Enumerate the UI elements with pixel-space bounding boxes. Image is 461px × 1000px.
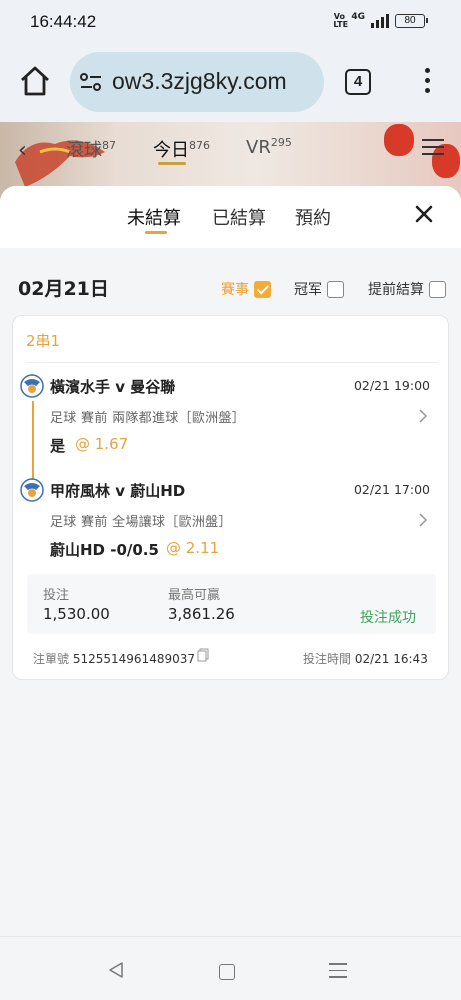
- stake-label: 投注: [43, 588, 70, 603]
- url-bar[interactable]: ow3.3zjg8ky.com: [70, 52, 324, 112]
- soccer-team-icon: [20, 478, 44, 502]
- tab-live[interactable]: 滾球87: [66, 136, 116, 162]
- filter-label: 賽事: [221, 282, 249, 298]
- system-nav-bar: [0, 936, 461, 1000]
- url-text[interactable]: ow3.3zjg8ky.com: [112, 68, 287, 95]
- divider: [26, 362, 437, 363]
- filter-label: 提前結算: [368, 282, 424, 298]
- tab-today[interactable]: 今日876: [153, 136, 210, 162]
- signal-icon: [371, 14, 389, 28]
- leg-pick: 蔚山HD -0/0.5: [50, 541, 159, 559]
- leg-odds: @ 2.11: [166, 539, 220, 557]
- chevron-right-icon[interactable]: [418, 512, 428, 528]
- leg-match: 橫濱水手 v 曼谷聯: [50, 378, 176, 396]
- status-icons: Vo LTE 4G 80: [333, 12, 428, 29]
- lantern-decoration: [384, 124, 414, 156]
- status-badge: 投注成功: [360, 610, 416, 626]
- nav-recents-icon[interactable]: [329, 963, 347, 979]
- close-icon[interactable]: [414, 204, 434, 224]
- date-label: 02月21日: [18, 278, 109, 300]
- sheet-tab-bar: 未結算 已結算 預約: [0, 186, 461, 248]
- leg-time: 02/21 19:00: [353, 378, 430, 393]
- browser-toolbar: ow3.3zjg8ky.com 4: [0, 44, 461, 122]
- checkbox-icon[interactable]: [429, 280, 446, 298]
- max-win-label: 最高可贏: [168, 588, 221, 603]
- tab-count: 295: [270, 136, 292, 149]
- menu-icon[interactable]: [422, 139, 444, 157]
- filter-label: 冠军: [294, 282, 322, 298]
- order-value: 5125514961489037: [72, 652, 195, 666]
- back-icon[interactable]: ‹: [18, 138, 27, 163]
- stake-value: 1,530.00: [43, 605, 110, 623]
- checkbox-icon[interactable]: [327, 280, 344, 298]
- tab-count: 876: [189, 139, 210, 152]
- nav-home-icon[interactable]: [219, 964, 235, 980]
- bet-time-value: 02/21 16:43: [354, 652, 428, 666]
- bet-time-label: 投注時間: [303, 652, 352, 666]
- chevron-right-icon[interactable]: [418, 408, 428, 424]
- tab-vr[interactable]: VR295: [246, 136, 292, 158]
- leg-time: 02/21 17:00: [353, 482, 430, 497]
- checkbox-checked-icon[interactable]: [254, 280, 271, 298]
- filter-events[interactable]: 賽事: [221, 279, 271, 299]
- leg-description: 足球 賽前 兩隊都進球［歐洲盤］: [50, 411, 246, 426]
- volte-icon: Vo LTE: [333, 12, 349, 29]
- tab-unsettled[interactable]: 未結算: [127, 204, 181, 230]
- max-win-value: 3,861.26: [168, 605, 235, 623]
- status-time: 16:44:42: [30, 12, 97, 31]
- active-tab-indicator: [145, 231, 167, 234]
- network-type: 4G: [351, 12, 365, 22]
- home-icon[interactable]: [18, 64, 52, 98]
- leg-odds: @ 1.67: [75, 435, 129, 453]
- leg-pick: 是: [50, 437, 66, 455]
- leg-timeline: [32, 401, 34, 481]
- tab-count: 87: [102, 139, 116, 152]
- more-menu-icon[interactable]: [417, 68, 437, 98]
- active-tab-indicator: [158, 162, 186, 165]
- leg-match: 甲府風林 v 蔚山HD: [50, 482, 186, 500]
- tabs-button[interactable]: 4: [345, 69, 371, 95]
- bet-summary: 投注 1,530.00 最高可贏 3,861.26 投注成功: [27, 574, 436, 634]
- bet-card: 2串1 橫濱水手 v 曼谷聯 02/21 19:00 足球 賽前 兩隊都進球［歐…: [12, 315, 449, 680]
- order-number: 注單號 5125514961489037: [33, 650, 195, 667]
- battery-icon: 80: [395, 14, 428, 28]
- nav-back-icon[interactable]: [107, 961, 125, 979]
- status-bar: 16:44:42 Vo LTE 4G 80: [0, 0, 461, 44]
- tab-label: 今日: [153, 140, 189, 161]
- tab-label: VR: [246, 137, 271, 158]
- copy-icon[interactable]: [197, 648, 209, 662]
- site-settings-icon[interactable]: [80, 73, 102, 91]
- leg-description: 足球 賽前 全場讓球［歐洲盤］: [50, 515, 232, 530]
- filter-champion[interactable]: 冠军: [294, 279, 344, 299]
- order-label: 注單號: [33, 652, 70, 666]
- filter-early-settle[interactable]: 提前結算: [368, 279, 446, 299]
- soccer-team-icon: [20, 374, 44, 398]
- bet-time: 投注時間 02/21 16:43: [303, 650, 428, 667]
- bet-type: 2串1: [26, 332, 61, 350]
- tab-reserved[interactable]: 預約: [295, 204, 331, 230]
- filter-row: 02月21日 賽事 冠军 提前結算: [0, 248, 461, 314]
- tab-label: 滾球: [66, 140, 102, 161]
- tab-settled[interactable]: 已結算: [212, 204, 266, 230]
- bet-record-sheet: 未結算 已結算 預約 02月21日 賽事 冠军 提前結算 2串1 橫濱水手 v …: [0, 186, 461, 936]
